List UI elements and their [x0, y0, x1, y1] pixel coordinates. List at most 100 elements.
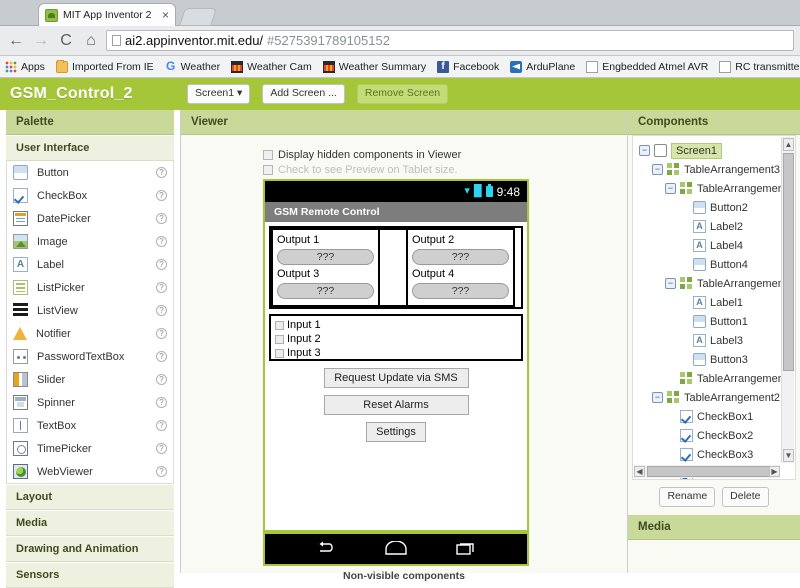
- forward-icon[interactable]: →: [31, 32, 51, 49]
- home-icon[interactable]: [385, 539, 407, 558]
- bookmark-apps[interactable]: Apps: [5, 60, 45, 73]
- scroll-right-icon[interactable]: ▶: [769, 466, 780, 477]
- rename-button[interactable]: Rename: [659, 487, 716, 507]
- scroll-left-icon[interactable]: ◀: [634, 466, 645, 477]
- delete-button[interactable]: Delete: [722, 487, 769, 507]
- recents-icon[interactable]: [455, 541, 475, 558]
- input-checkbox-row[interactable]: Input 2: [275, 332, 517, 346]
- help-icon[interactable]: ?: [156, 328, 167, 339]
- tree-node-label4[interactable]: A Label4: [639, 236, 795, 255]
- collapse-icon[interactable]: −: [665, 278, 676, 289]
- checkbox-icon[interactable]: [263, 165, 273, 175]
- tree-node-label2[interactable]: A Label2: [639, 217, 795, 236]
- bookmark-facebook[interactable]: f Facebook: [437, 60, 499, 73]
- settings-button[interactable]: Settings: [366, 422, 426, 442]
- palette-item-listpicker[interactable]: ListPicker?: [7, 276, 173, 299]
- help-icon[interactable]: ?: [156, 420, 167, 431]
- help-icon[interactable]: ?: [156, 443, 167, 454]
- home-icon[interactable]: ⌂: [81, 32, 101, 49]
- tree-node-tablearrangement7[interactable]: TableArrangement7: [639, 369, 795, 388]
- checkbox-icon[interactable]: [263, 150, 273, 160]
- help-icon[interactable]: ?: [156, 236, 167, 247]
- tree-node-checkbox1[interactable]: CheckBox1: [639, 407, 795, 426]
- help-icon[interactable]: ?: [156, 190, 167, 201]
- palette-item-datepicker[interactable]: DatePicker?: [7, 207, 173, 230]
- input-checkbox-row[interactable]: Input 3: [275, 346, 517, 359]
- palette-item-slider[interactable]: Slider?: [7, 368, 173, 391]
- palette-item-webviewer[interactable]: WebViewer?: [7, 460, 173, 483]
- output-value-button[interactable]: ???: [412, 283, 509, 299]
- reload-icon[interactable]: C: [56, 32, 76, 49]
- help-icon[interactable]: ?: [156, 397, 167, 408]
- tree-node-label1[interactable]: A Label1: [639, 293, 795, 312]
- checkbox-icon[interactable]: [275, 348, 284, 358]
- help-icon[interactable]: ?: [156, 305, 167, 316]
- bookmark-imported-from-ie[interactable]: Imported From IE: [55, 59, 154, 73]
- tree-node-tablearrangement2[interactable]: − TableArrangement2: [639, 388, 795, 407]
- tree-node-checkbox2[interactable]: CheckBox2: [639, 426, 795, 445]
- bookmark-rc-transmitter[interactable]: RC transmitter: [719, 60, 800, 73]
- reset-alarms-button[interactable]: Reset Alarms: [323, 395, 469, 415]
- tree-node-checkbox3[interactable]: CheckBox3: [639, 445, 795, 464]
- palette-item-listview[interactable]: ListView?: [7, 299, 173, 322]
- horizontal-scroll-thumb[interactable]: [647, 466, 772, 477]
- palette-item-spinner[interactable]: Spinner?: [7, 391, 173, 414]
- add-screen-button[interactable]: Add Screen ...: [262, 84, 345, 104]
- back-icon[interactable]: [317, 541, 337, 558]
- tree-node-screen1[interactable]: − Screen1: [639, 141, 795, 160]
- collapse-icon[interactable]: −: [639, 145, 650, 156]
- palette-item-timepicker[interactable]: TimePicker?: [7, 437, 173, 460]
- display-hidden-components-checkbox[interactable]: Display hidden components in Viewer: [263, 149, 627, 161]
- palette-section-layout[interactable]: Layout: [6, 484, 174, 510]
- output-value-button[interactable]: ???: [412, 249, 509, 265]
- bookmark-weather-cam[interactable]: Weather Cam: [231, 60, 312, 73]
- tree-node-button4[interactable]: Button4: [639, 255, 795, 274]
- help-icon[interactable]: ?: [156, 282, 167, 293]
- close-icon[interactable]: ×: [162, 9, 169, 21]
- bookmark-engbedded-atmel-avr[interactable]: Engbedded Atmel AVR: [586, 60, 708, 73]
- back-icon[interactable]: ←: [6, 32, 26, 49]
- output-value-button[interactable]: ???: [277, 249, 374, 265]
- help-icon[interactable]: ?: [156, 351, 167, 362]
- checkbox-icon[interactable]: [275, 320, 284, 330]
- help-icon[interactable]: ?: [156, 259, 167, 270]
- bookmark-weather[interactable]: G Weather: [165, 60, 220, 73]
- help-icon[interactable]: ?: [156, 374, 167, 385]
- palette-item-checkbox[interactable]: CheckBox?: [7, 184, 173, 207]
- palette-item-passwordtextbox[interactable]: PasswordTextBox?: [7, 345, 173, 368]
- address-bar[interactable]: ai2.appinventor.mit.edu/#527539178910515…: [106, 30, 794, 51]
- new-tab-button[interactable]: [179, 8, 217, 26]
- checkbox-icon[interactable]: [275, 334, 284, 344]
- palette-section-user-interface[interactable]: User Interface: [6, 135, 174, 161]
- help-icon[interactable]: ?: [156, 167, 167, 178]
- palette-item-button[interactable]: Button?: [7, 161, 173, 184]
- palette-section-drawing-and-animation[interactable]: Drawing and Animation: [6, 536, 174, 562]
- tree-node-button1[interactable]: Button1: [639, 312, 795, 331]
- collapse-icon[interactable]: −: [652, 164, 663, 175]
- browser-tab[interactable]: MIT App Inventor 2 ×: [38, 3, 176, 26]
- tree-node-button2[interactable]: Button2: [639, 198, 795, 217]
- palette-item-label[interactable]: A Label?: [7, 253, 173, 276]
- palette-section-sensors[interactable]: Sensors: [6, 562, 174, 588]
- help-icon[interactable]: ?: [156, 466, 167, 477]
- collapse-icon[interactable]: −: [665, 183, 676, 194]
- screen-selector-dropdown[interactable]: Screen1 ▾: [187, 84, 251, 104]
- input-checkbox-row[interactable]: Input 1: [275, 318, 517, 332]
- remove-screen-button[interactable]: Remove Screen: [356, 84, 449, 104]
- components-tree-vertical-scrollbar[interactable]: ▲ ▼: [781, 137, 794, 463]
- tree-node-button3[interactable]: Button3: [639, 350, 795, 369]
- tablet-preview-checkbox[interactable]: Check to see Preview on Tablet size.: [263, 164, 627, 176]
- scroll-down-icon[interactable]: ▼: [783, 449, 794, 462]
- scroll-up-icon[interactable]: ▲: [783, 138, 794, 151]
- vertical-scroll-thumb[interactable]: [783, 153, 794, 371]
- tree-node-label3[interactable]: A Label3: [639, 331, 795, 350]
- components-tree-horizontal-scrollbar[interactable]: ◀ ▶: [634, 465, 780, 478]
- tree-node-tablearrangement3[interactable]: − TableArrangement3: [639, 160, 795, 179]
- request-update-via-sms-button[interactable]: Request Update via SMS: [323, 368, 469, 388]
- palette-item-image[interactable]: Image?: [7, 230, 173, 253]
- palette-section-media[interactable]: Media: [6, 510, 174, 536]
- help-icon[interactable]: ?: [156, 213, 167, 224]
- tree-node-tablearrangement6[interactable]: − TableArrangement6: [639, 179, 795, 198]
- output-value-button[interactable]: ???: [277, 283, 374, 299]
- collapse-icon[interactable]: −: [652, 392, 663, 403]
